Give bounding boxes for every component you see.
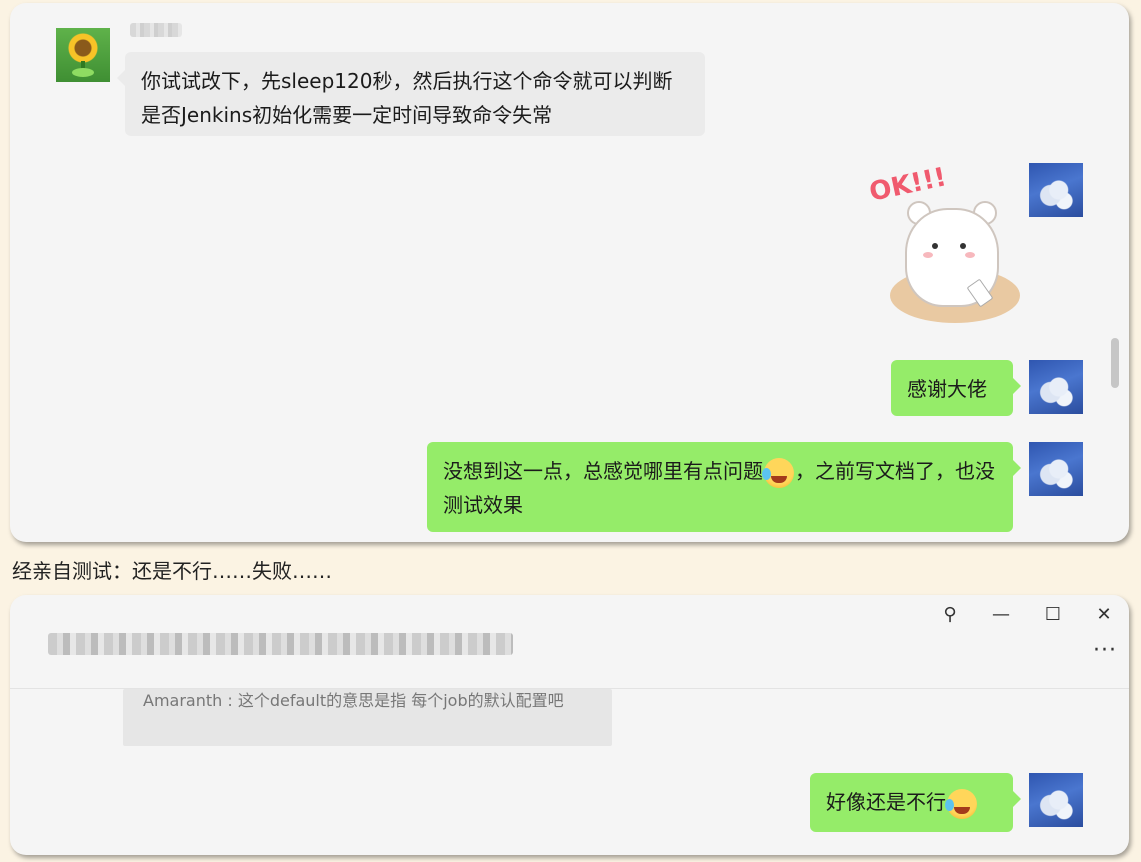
pin-icon[interactable]: ⚲ — [935, 601, 965, 629]
quoted-message-text: Amaranth : 这个default的意思是指 每个job的默认配置吧 — [143, 691, 564, 710]
more-options-icon[interactable]: ··· — [1093, 640, 1117, 662]
minimize-icon[interactable]: — — [986, 601, 1016, 629]
outgoing-message-bubble[interactable]: 没想到这一点，总感觉哪里有点问题 ，之前写文档了，也没测试效果 — [427, 442, 1021, 532]
my-avatar[interactable] — [1029, 442, 1083, 496]
chat-title-blurred — [48, 633, 513, 655]
outgoing-message-text: 好像还是不行 — [826, 790, 946, 814]
incoming-message-bubble[interactable]: 你试试改下，先sleep120秒，然后执行这个命令就可以判断是否Jenkins初… — [117, 52, 705, 136]
outgoing-message-bubble[interactable]: 好像还是不行 — [810, 773, 1021, 832]
chat-window-1: 你试试改下，先sleep120秒，然后执行这个命令就可以判断是否Jenkins初… — [10, 3, 1129, 542]
outgoing-message-bubble[interactable]: 感谢大佬 — [891, 360, 1021, 416]
laughing-crying-emoji-icon — [945, 788, 977, 819]
quoted-message[interactable]: Amaranth : 这个default的意思是指 每个job的默认配置吧 — [123, 689, 612, 746]
incoming-message-text: 你试试改下，先sleep120秒，然后执行这个命令就可以判断是否Jenkins初… — [141, 69, 673, 127]
my-avatar[interactable] — [1029, 163, 1083, 217]
sender-name-blurred — [130, 23, 182, 37]
outgoing-message-text: 没想到这一点，总感觉哪里有点问题 — [443, 459, 763, 483]
sunflower-icon — [68, 33, 98, 63]
scrollbar-thumb[interactable] — [1111, 338, 1119, 388]
laughing-crying-emoji-icon — [762, 457, 794, 488]
sender-avatar[interactable] — [56, 28, 110, 82]
maximize-icon[interactable]: ☐ — [1038, 601, 1068, 629]
my-avatar[interactable] — [1029, 360, 1083, 414]
chat-window-2: ⚲ — ☐ ✕ ··· Amaranth : 这个default的意思是指 每个… — [10, 595, 1129, 855]
my-avatar[interactable] — [1029, 773, 1083, 827]
outgoing-message-text: 感谢大佬 — [907, 377, 987, 401]
close-icon[interactable]: ✕ — [1089, 601, 1119, 629]
ok-cat-sticker[interactable]: OK!!! — [865, 162, 1025, 328]
sticker-text: OK!!! — [866, 162, 950, 208]
caption-text: 经亲自测试：还是不行……失败…… — [12, 559, 332, 583]
